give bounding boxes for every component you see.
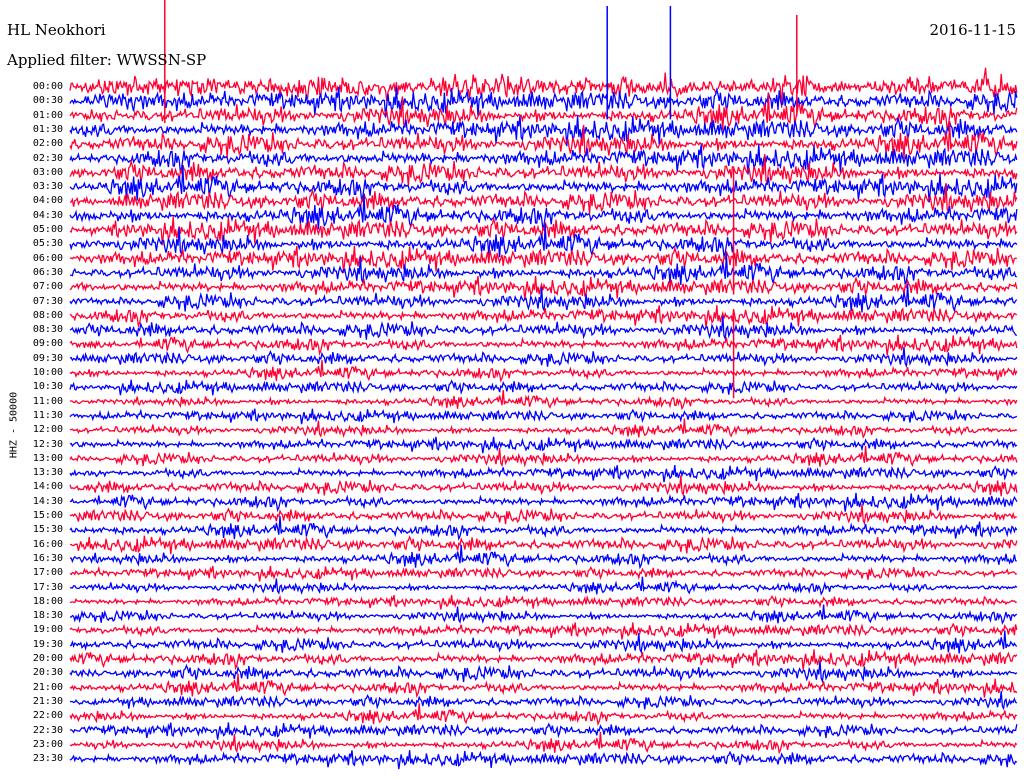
time-tick-label: 15:30 [32, 524, 63, 536]
helicorder-plot [69, 0, 1018, 770]
time-tick-label: 04:30 [32, 209, 63, 221]
trace-row-1800 [69, 594, 1017, 610]
time-tick-label: 08:30 [32, 324, 63, 336]
time-tick-label: 17:30 [32, 581, 63, 593]
time-tick-label: 21:30 [32, 695, 63, 707]
time-tick-label: 05:00 [32, 224, 63, 235]
trace-row-0830 [69, 316, 1018, 342]
time-tick-label: 05:30 [32, 238, 63, 250]
trace-row-1730 [69, 576, 1018, 596]
trace-row-2030 [69, 660, 1018, 684]
time-tick-label: 23:30 [32, 753, 63, 765]
trace-row-2000 [69, 649, 1018, 671]
time-tick-label: 01:30 [32, 123, 63, 135]
trace-row-1230 [69, 436, 1018, 454]
trace-row-1930 [69, 630, 1018, 655]
trace-row-2200 [69, 703, 1018, 726]
time-tick-label: 03:00 [32, 166, 63, 178]
trace-row-1030 [69, 379, 1018, 396]
trace-row-2100 [69, 673, 1018, 699]
trace-row-1130 [69, 408, 1018, 425]
time-tick-label: 15:00 [32, 510, 63, 521]
trace-row-2130 [69, 691, 1018, 711]
time-tick-label: 07:30 [32, 295, 63, 307]
time-tick-label: 09:00 [32, 338, 63, 350]
time-tick-label: 16:00 [32, 538, 63, 550]
time-tick-label: 20:30 [32, 667, 63, 679]
trace-row-1600 [70, 535, 1018, 555]
time-tick-label: 09:30 [32, 352, 63, 364]
filter-label: Applied filter: WWSSN-SP [7, 51, 207, 69]
trace-row-1700 [69, 565, 1017, 582]
time-tick-label: 06:00 [32, 252, 63, 264]
time-tick-label: 17:00 [32, 567, 63, 579]
time-tick-label: 22:30 [32, 724, 63, 736]
time-tick-label: 22:00 [32, 710, 63, 722]
time-tick-label: 02:30 [32, 152, 63, 164]
time-tick-label: 06:30 [32, 266, 63, 278]
trace-row-1530 [69, 516, 1018, 541]
y-axis-label: HHZ - 50000 [8, 391, 20, 459]
trace-row-2330 [69, 750, 1018, 770]
time-tick-label: 10:00 [32, 367, 63, 378]
time-tick-label: 01:00 [32, 109, 63, 121]
time-tick-label: 18:30 [32, 610, 63, 622]
trace-row-1900 [69, 622, 1018, 640]
time-tick-label: 23:00 [32, 738, 63, 750]
trace-row-2300 [69, 731, 1018, 755]
time-tick-label: 07:00 [32, 281, 63, 293]
trace-row-1430 [69, 492, 1018, 513]
time-tick-label: 13:30 [32, 467, 63, 479]
trace-row-2230 [69, 722, 1018, 740]
trace-row-0900 [69, 334, 1018, 356]
date-label: 2016-11-15 [929, 21, 1016, 39]
time-tick-label: 19:00 [32, 624, 63, 636]
time-tick-label: 00:00 [32, 81, 63, 92]
time-tick-label: 14:00 [32, 481, 63, 493]
trace-row-1500 [69, 504, 1017, 526]
time-tick-label: 14:30 [32, 495, 63, 507]
trace-row-0930 [69, 346, 1018, 369]
trace-row-1000 [69, 360, 1018, 383]
trace-row-1830 [69, 604, 1018, 625]
trace-row-1330 [69, 465, 1018, 483]
time-tick-label: 03:30 [32, 181, 63, 193]
time-tick-label: 04:00 [32, 195, 63, 207]
trace-row-1200 [69, 418, 1018, 439]
time-tick-label: 02:00 [32, 138, 63, 150]
time-tick-label: 16:30 [32, 552, 63, 564]
time-tick-label: 19:30 [32, 638, 63, 650]
time-tick-label: 08:00 [32, 309, 63, 321]
time-tick-label: 20:00 [32, 653, 63, 664]
station-title: HL Neokhori [7, 21, 106, 39]
time-tick-label: 00:30 [32, 95, 63, 107]
time-tick-label: 21:00 [32, 681, 63, 693]
time-tick-label: 18:00 [32, 595, 63, 607]
trace-row-1400 [69, 475, 1018, 497]
